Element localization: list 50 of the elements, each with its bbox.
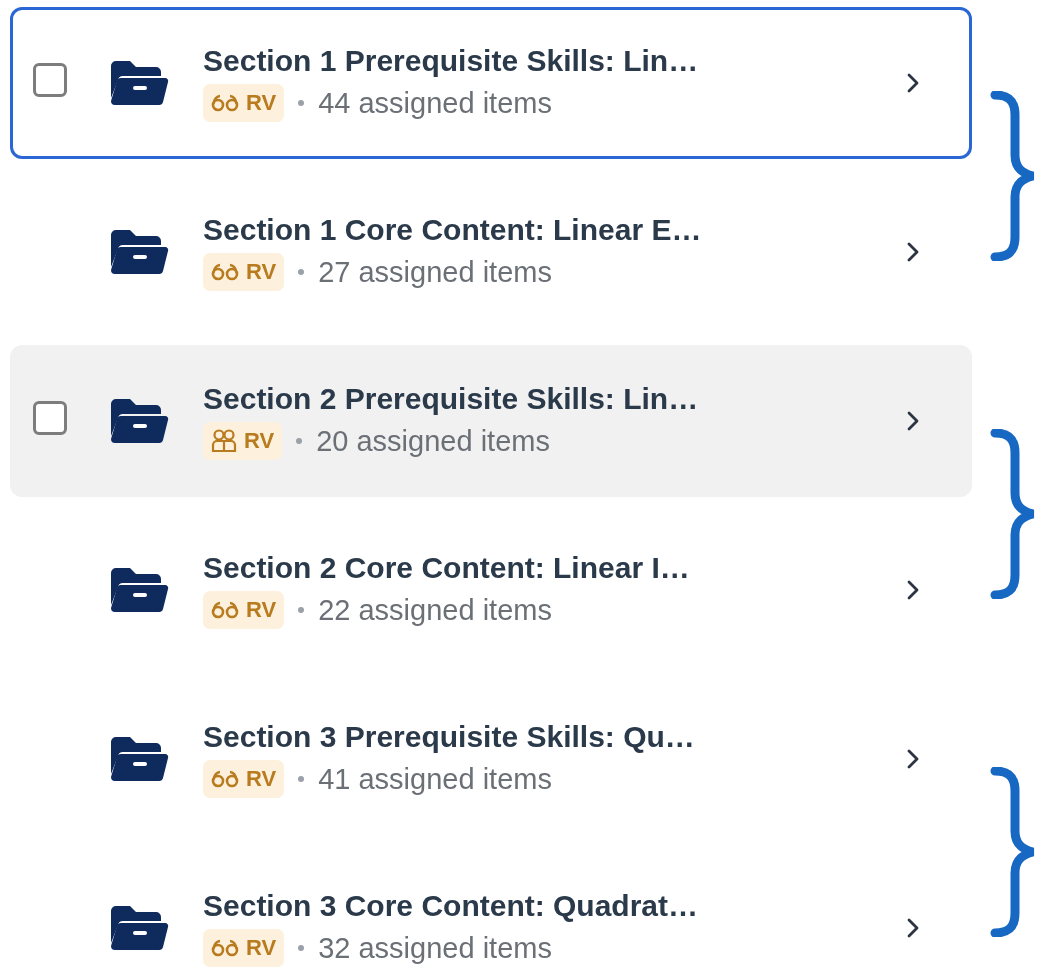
folder-row[interactable]: Section 2 Core Content: Linear I… RV 22 assigned items bbox=[10, 514, 972, 666]
item-count: 32 assigned items bbox=[318, 931, 552, 965]
glasses-icon bbox=[211, 94, 239, 112]
chevron-right-icon bbox=[907, 411, 919, 431]
separator-dot bbox=[298, 776, 305, 782]
folder-title: Section 1 Prerequisite Skills: Lin… bbox=[203, 44, 700, 78]
folder-icon bbox=[109, 60, 169, 106]
chevron-right-icon bbox=[907, 749, 919, 769]
item-count: 27 assigned items bbox=[318, 255, 552, 289]
item-count: 44 assigned items bbox=[318, 86, 552, 120]
folder-title: Section 1 Core Content: Linear E… bbox=[203, 213, 703, 247]
folder-title: Section 3 Core Content: Quadrat… bbox=[203, 889, 700, 923]
item-count: 20 assigned items bbox=[316, 424, 550, 458]
badge: RV bbox=[203, 422, 283, 460]
folder-icon bbox=[109, 229, 169, 275]
chevron-right-icon bbox=[907, 242, 919, 262]
separator-dot bbox=[298, 100, 305, 106]
folder-icon bbox=[109, 398, 169, 444]
folder-row[interactable]: Section 3 Prerequisite Skills: Qu… RV 41 assigned items bbox=[10, 683, 972, 835]
folder-row[interactable]: Section 1 Core Content: Linear E… RV 27 assigned items bbox=[10, 176, 972, 328]
checkbox[interactable] bbox=[33, 63, 67, 97]
chevron-right-icon bbox=[907, 580, 919, 600]
glasses-icon bbox=[211, 601, 239, 619]
folder-icon bbox=[109, 567, 169, 613]
folder-row[interactable]: Section 2 Prerequisite Skills: Lin… RV 20 assigned items bbox=[10, 345, 972, 497]
badge: RV bbox=[203, 591, 285, 629]
folder-title: Section 2 Prerequisite Skills: Lin… bbox=[203, 382, 700, 416]
checkbox[interactable] bbox=[33, 401, 67, 435]
badge: RV bbox=[203, 84, 285, 122]
badge: RV bbox=[203, 253, 285, 291]
badge: RV bbox=[203, 760, 285, 798]
chevron-right-icon bbox=[907, 918, 919, 938]
folder-title: Section 3 Prerequisite Skills: Qu… bbox=[203, 720, 696, 754]
chevron-right-icon bbox=[907, 73, 919, 93]
glasses-icon bbox=[211, 939, 239, 957]
glasses-icon bbox=[211, 770, 239, 788]
people-icon bbox=[211, 429, 237, 453]
badge: RV bbox=[203, 929, 285, 967]
folder-icon bbox=[109, 905, 169, 951]
folder-row[interactable]: Section 1 Prerequisite Skills: Lin… RV 44 assigned items bbox=[10, 7, 972, 159]
item-count: 41 assigned items bbox=[318, 762, 552, 796]
folder-title: Section 2 Core Content: Linear I… bbox=[203, 551, 691, 585]
folder-row[interactable]: Section 3 Core Content: Quadrat… RV 32 assigned items bbox=[10, 852, 972, 980]
folder-icon bbox=[109, 736, 169, 782]
glasses-icon bbox=[211, 263, 239, 281]
separator-dot bbox=[298, 945, 305, 951]
separator-dot bbox=[298, 269, 305, 275]
separator-dot bbox=[296, 438, 303, 444]
item-count: 22 assigned items bbox=[318, 593, 552, 627]
separator-dot bbox=[298, 607, 305, 613]
